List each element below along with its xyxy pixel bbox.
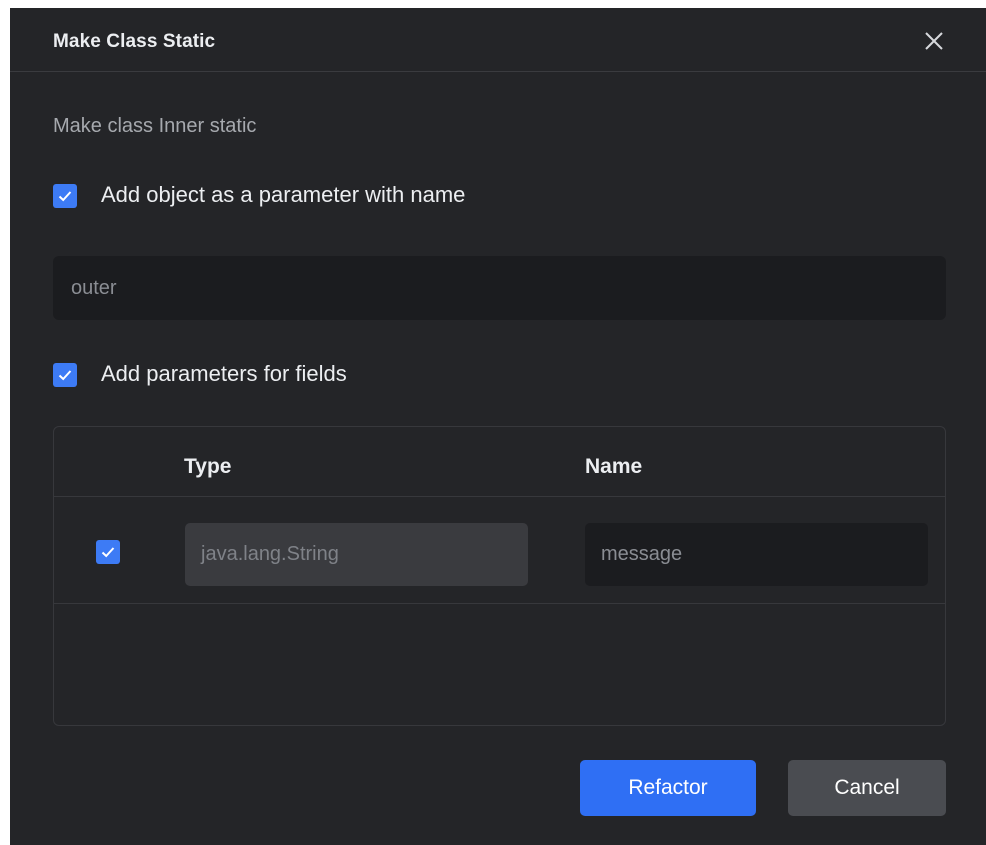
dialog-title-bar: Make Class Static bbox=[10, 8, 986, 72]
refactor-button[interactable]: Refactor bbox=[580, 760, 756, 816]
checkmark-icon bbox=[101, 547, 115, 558]
make-class-static-dialog: Make Class Static Make class Inner stati… bbox=[10, 8, 986, 845]
add-object-parameter-checkbox[interactable] bbox=[53, 184, 77, 208]
checkmark-icon bbox=[58, 191, 72, 202]
dialog-title: Make Class Static bbox=[53, 31, 216, 52]
add-object-parameter-label: Add object as a parameter with name bbox=[101, 182, 466, 207]
dialog-subtitle: Make class Inner static bbox=[53, 115, 257, 137]
row-include-checkbox[interactable] bbox=[96, 540, 120, 564]
table-header-divider bbox=[54, 496, 945, 497]
parameter-name-input[interactable]: outer bbox=[53, 256, 946, 320]
add-field-parameters-label: Add parameters for fields bbox=[101, 361, 347, 386]
field-name-input[interactable]: message bbox=[585, 523, 928, 586]
table-row-divider bbox=[54, 603, 945, 604]
column-header-name: Name bbox=[585, 455, 643, 478]
field-type-input: java.lang.String bbox=[185, 523, 528, 586]
checkmark-icon bbox=[58, 370, 72, 381]
column-header-type: Type bbox=[184, 455, 232, 478]
close-icon[interactable] bbox=[923, 30, 945, 52]
cancel-button[interactable]: Cancel bbox=[788, 760, 946, 816]
add-field-parameters-checkbox[interactable] bbox=[53, 363, 77, 387]
fields-table: Type Name java.lang.String message bbox=[53, 426, 946, 726]
